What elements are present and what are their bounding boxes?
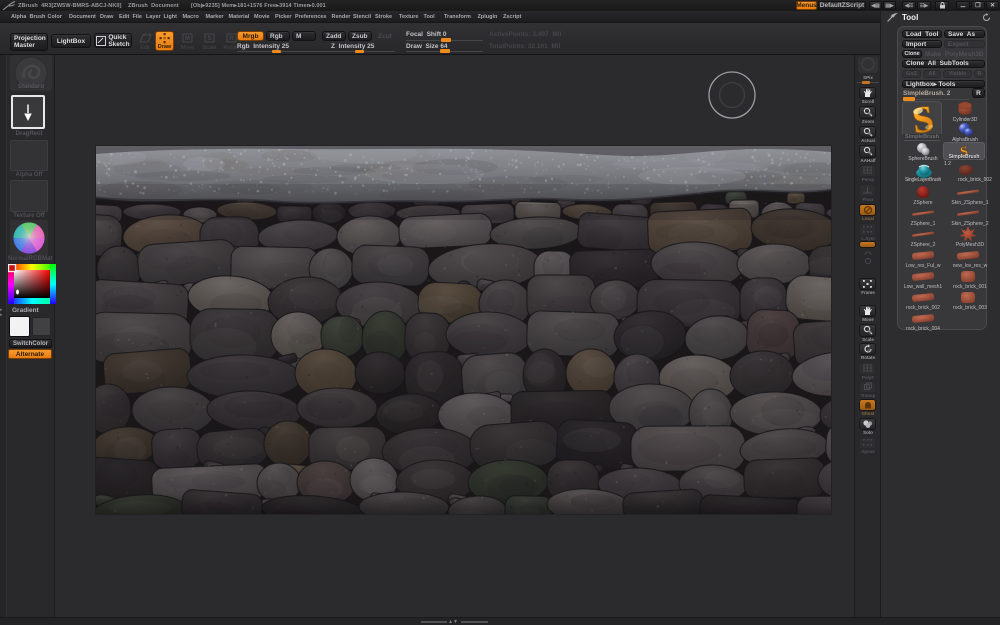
svg-text:S: S bbox=[207, 36, 211, 42]
svg-text:R: R bbox=[229, 36, 234, 42]
svg-text:M: M bbox=[185, 36, 190, 42]
